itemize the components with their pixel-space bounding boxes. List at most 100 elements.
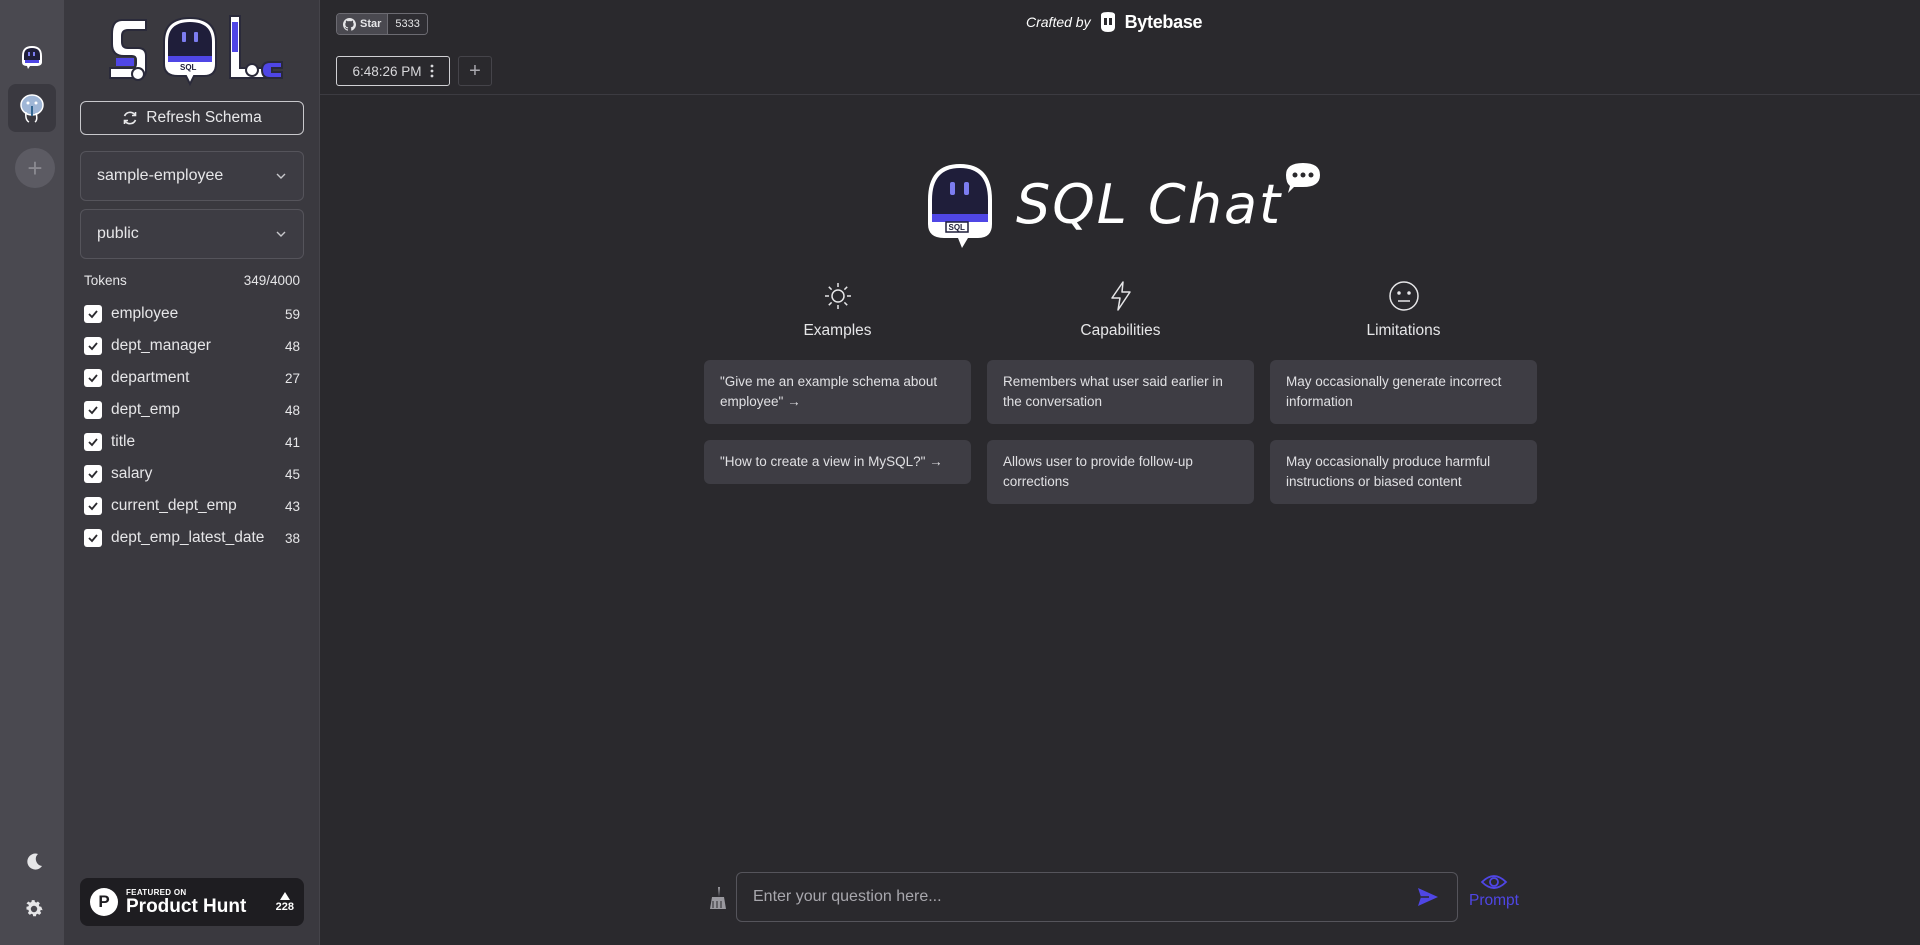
add-connection-button[interactable]: +: [15, 148, 55, 188]
hero-title: SQL Chat: [1016, 172, 1283, 236]
table-checkbox[interactable]: [84, 497, 102, 515]
capabilities-title: Capabilities: [1080, 322, 1161, 339]
bytebase-brand: Bytebase: [1124, 11, 1203, 32]
eye-icon: [1480, 875, 1508, 889]
table-name: dept_manager: [111, 337, 211, 354]
table-checkbox[interactable]: [84, 305, 102, 323]
send-icon[interactable]: [1415, 884, 1441, 910]
examples-title: Examples: [803, 322, 872, 339]
chevron-down-icon: [276, 231, 286, 237]
check-icon: [88, 438, 98, 447]
table-token-count: 48: [284, 402, 300, 418]
table-list: employee 59 dept_manager 48 department 2…: [84, 298, 300, 554]
table-checkbox[interactable]: [84, 465, 102, 483]
github-icon: [343, 17, 356, 31]
table-name: dept_emp_latest_date: [111, 529, 265, 546]
table-row[interactable]: department 27: [84, 362, 300, 394]
table-token-count: 43: [284, 498, 300, 514]
check-icon: [88, 342, 98, 351]
database-select[interactable]: sample-employee: [80, 151, 304, 201]
table-checkbox[interactable]: [84, 529, 102, 547]
sqlchat-mascot-icon: SQL: [928, 164, 992, 248]
hero-header: SQL SQL Chat: [924, 160, 1324, 248]
check-icon: [88, 502, 98, 511]
capability-card: Remembers what user said earlier in the …: [987, 360, 1254, 424]
example-card[interactable]: "Give me an example schema about employe…: [704, 360, 971, 424]
tokens-summary: Tokens 349/4000: [84, 273, 300, 288]
table-row[interactable]: employee 59: [84, 298, 300, 330]
refresh-schema-button[interactable]: Refresh Schema: [80, 101, 304, 135]
table-row[interactable]: dept_emp_latest_date 38: [84, 522, 300, 554]
github-star-button[interactable]: Star 5333: [336, 13, 428, 35]
check-icon: [88, 534, 98, 543]
product-hunt-badge[interactable]: P FEATURED ON Product Hunt 228: [80, 878, 304, 926]
settings-gear-icon[interactable]: [22, 897, 46, 921]
table-token-count: 45: [284, 466, 300, 482]
table-name: salary: [111, 465, 153, 482]
check-icon: [88, 374, 98, 383]
crafted-by-label: Crafted by: [1026, 14, 1091, 30]
speech-bubble-icon: [1286, 163, 1321, 193]
github-star-label: Star: [360, 18, 382, 30]
schema-select-value: public: [97, 225, 139, 242]
table-name: dept_emp: [111, 401, 180, 418]
prompt-label: Prompt: [1469, 892, 1519, 909]
schema-sidebar: SQL Refresh Schema sample-employee publi…: [64, 0, 320, 945]
example-card[interactable]: "How to create a view in MySQL?" →: [704, 440, 971, 484]
svg-text:SQL: SQL: [180, 63, 197, 72]
table-name: employee: [111, 305, 179, 322]
table-row[interactable]: current_dept_emp 43: [84, 490, 300, 522]
tokens-label: Tokens: [84, 273, 127, 288]
check-icon: [88, 406, 98, 415]
kebab-menu-icon[interactable]: [430, 64, 434, 78]
limitations-title: Limitations: [1366, 322, 1441, 339]
table-token-count: 48: [284, 338, 300, 354]
sun-icon: [822, 280, 854, 312]
product-hunt-votes: 228: [275, 901, 294, 913]
sqlchat-connection-icon[interactable]: [8, 32, 56, 80]
refresh-schema-label: Refresh Schema: [146, 109, 262, 126]
prompt-button[interactable]: Prompt: [1466, 872, 1522, 922]
chat-input[interactable]: [753, 888, 1415, 906]
limitation-card: May occasionally produce harmful instruc…: [1270, 440, 1537, 504]
check-icon: [88, 310, 98, 319]
table-name: department: [111, 369, 190, 386]
crafted-by-bytebase[interactable]: Crafted by Bytebase: [1026, 11, 1203, 33]
capabilities-column: Capabilities Remembers what user said ea…: [987, 280, 1254, 520]
postgresql-connection-icon[interactable]: [8, 84, 56, 132]
product-hunt-icon: P: [90, 888, 118, 916]
sqlchat-logo: SQL: [94, 12, 290, 88]
bytebase-logo-icon: [1100, 12, 1115, 32]
table-row[interactable]: title 41: [84, 426, 300, 458]
conversation-tab[interactable]: 6:48:26 PM: [336, 56, 450, 86]
table-checkbox[interactable]: [84, 369, 102, 387]
clear-conversation-broom-icon[interactable]: [704, 885, 730, 911]
table-checkbox[interactable]: [84, 433, 102, 451]
table-checkbox[interactable]: [84, 337, 102, 355]
chevron-down-icon: [276, 173, 286, 179]
new-tab-button[interactable]: +: [458, 56, 492, 86]
tab-label: 6:48:26 PM: [352, 63, 422, 79]
check-icon: [88, 470, 98, 479]
limitations-column: Limitations May occasionally generate in…: [1270, 280, 1537, 520]
examples-column: Examples "Give me an example schema abou…: [704, 280, 971, 520]
connection-rail: +: [0, 0, 64, 945]
github-star-count: 5333: [388, 14, 427, 34]
capability-card: Allows user to provide follow-up correct…: [987, 440, 1254, 504]
table-name: current_dept_emp: [111, 497, 237, 514]
limitation-card: May occasionally generate incorrect info…: [1270, 360, 1537, 424]
moon-icon[interactable]: [22, 850, 46, 874]
chat-input-box[interactable]: [736, 872, 1458, 922]
table-token-count: 41: [284, 434, 300, 450]
schema-select[interactable]: public: [80, 209, 304, 259]
table-row[interactable]: salary 45: [84, 458, 300, 490]
svg-text:SQL: SQL: [949, 223, 966, 232]
product-hunt-name: Product Hunt: [126, 895, 247, 917]
intro-columns: Examples "Give me an example schema abou…: [704, 280, 1537, 520]
table-row[interactable]: dept_emp 48: [84, 394, 300, 426]
table-row[interactable]: dept_manager 48: [84, 330, 300, 362]
table-name: title: [111, 433, 136, 450]
tokens-value: 349/4000: [243, 273, 300, 288]
neutral-face-icon: [1388, 280, 1420, 312]
table-checkbox[interactable]: [84, 401, 102, 419]
